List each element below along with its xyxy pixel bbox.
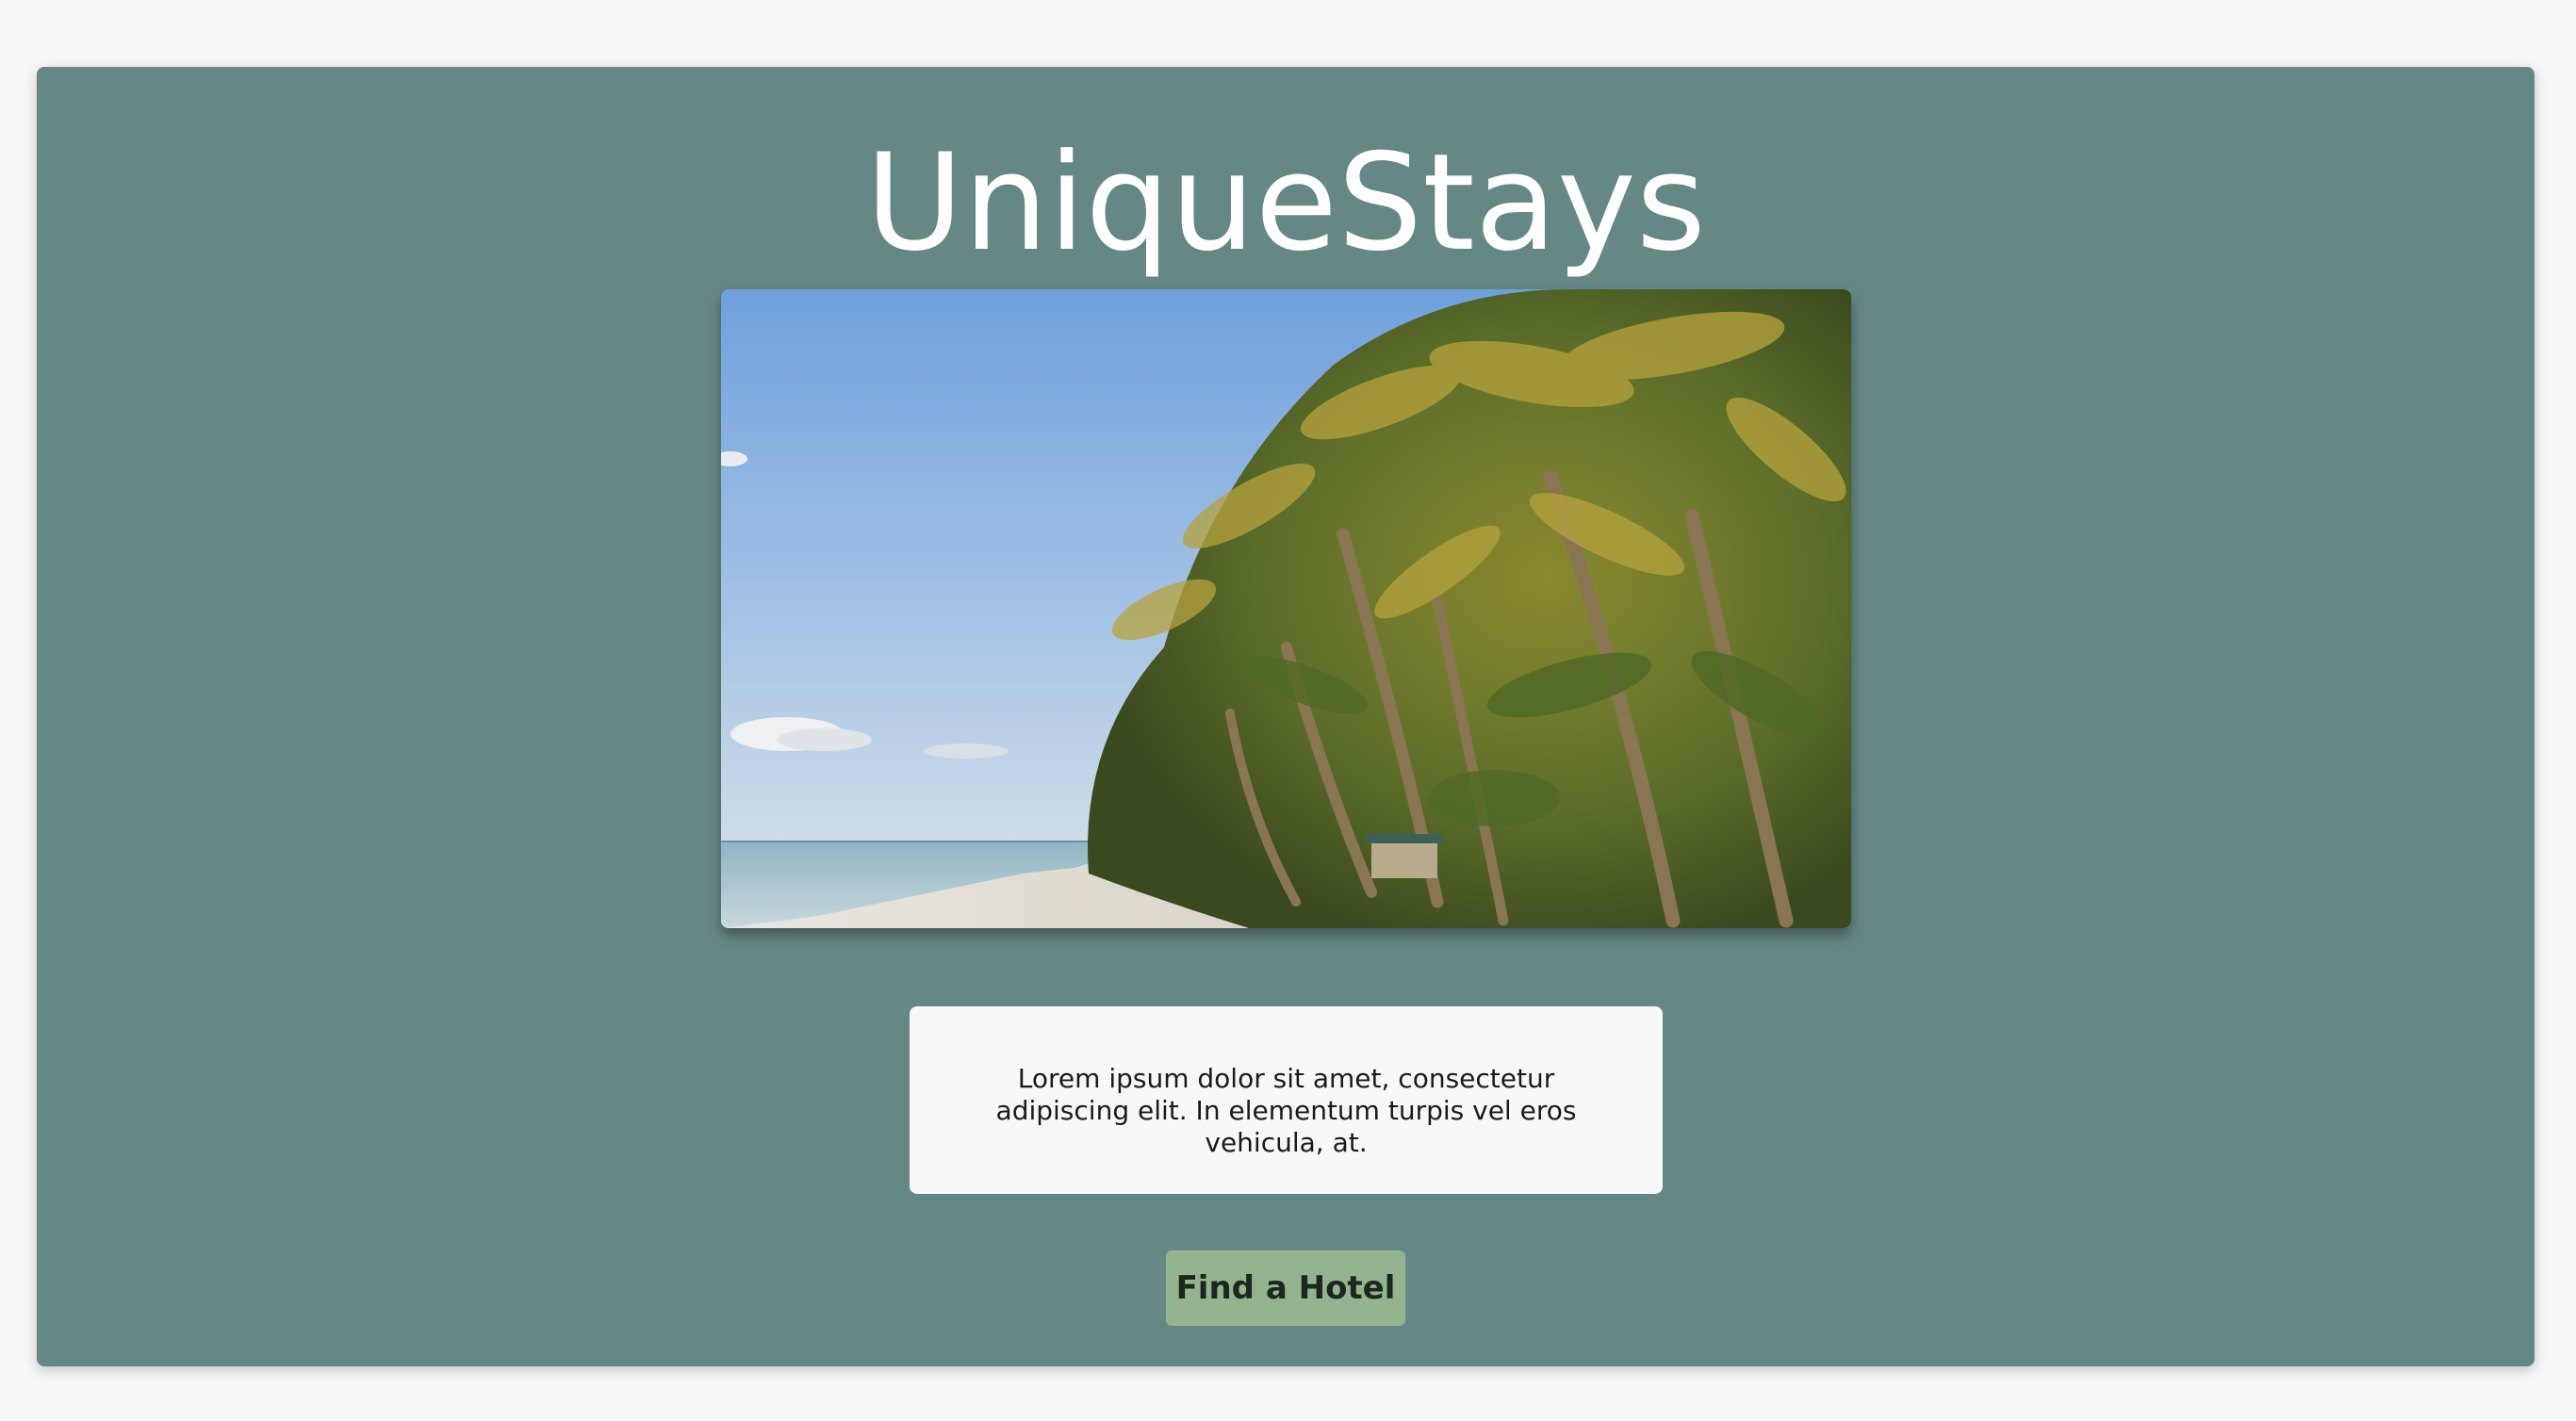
page-title: UniqueStays <box>865 125 1706 281</box>
find-hotel-button[interactable]: Find a Hotel <box>1166 1250 1405 1326</box>
main-card: UniqueStays Lorem ipsum dolor sit amet, … <box>37 67 2535 1366</box>
description-box: Lorem ipsum dolor sit amet, consectetur … <box>910 1006 1663 1194</box>
description-text: Lorem ipsum dolor sit amet, consectetur … <box>995 1063 1577 1158</box>
hero-image <box>721 289 1851 928</box>
